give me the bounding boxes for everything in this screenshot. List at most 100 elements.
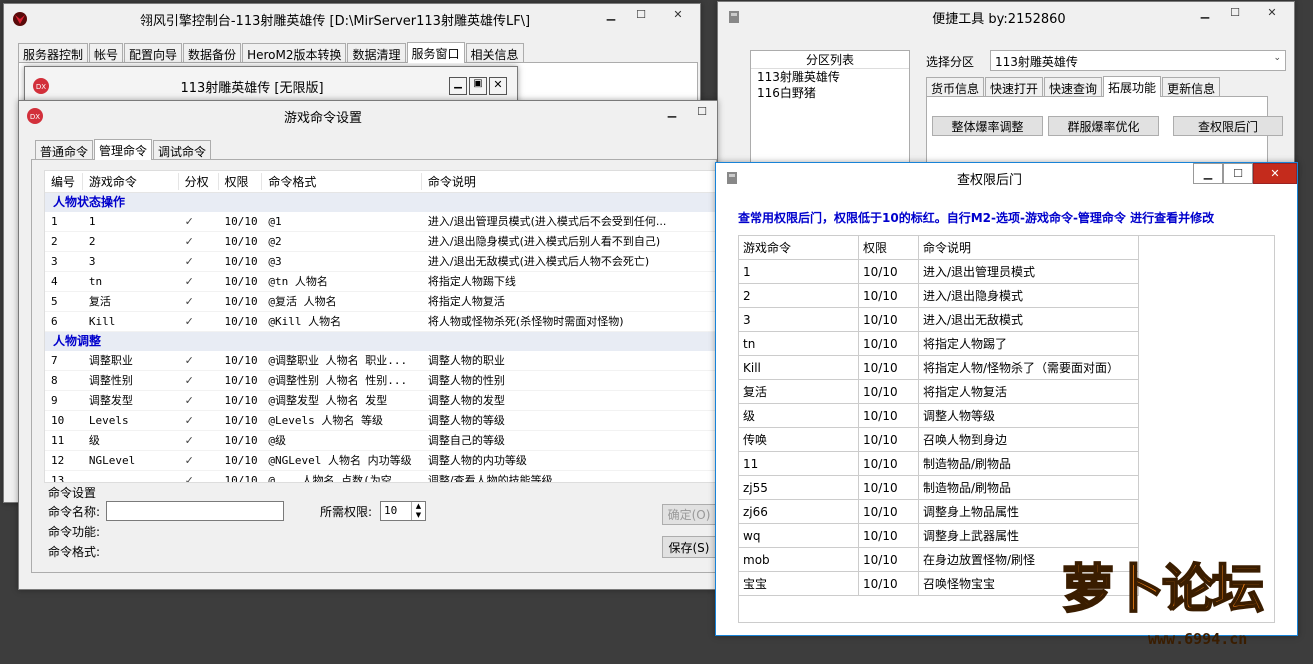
backdoor-cell: 10/10: [859, 524, 919, 548]
tool-close-button[interactable]: ✕: [1250, 2, 1294, 23]
table-row[interactable]: 11 级 ✓ 10/10 @级 调整自己的等级: [45, 431, 717, 451]
table-row[interactable]: 10 Levels ✓ 10/10 @Levels 人物名 等级 调整人物的等级: [45, 411, 717, 431]
stepper-arrows-icon[interactable]: ▲ ▼: [411, 502, 425, 520]
backdoor-close-button[interactable]: ✕: [1253, 163, 1297, 184]
partition-select[interactable]: 113射雕英雄传 ⌄: [990, 50, 1286, 71]
backdoor-row[interactable]: 2 10/10 进入/退出隐身模式: [739, 284, 1274, 308]
backdoor-row[interactable]: tn 10/10 将指定人物踢了: [739, 332, 1274, 356]
backdoor-row[interactable]: 3 10/10 进入/退出无敌模式: [739, 308, 1274, 332]
table-cell: @2: [268, 235, 282, 248]
backdoor-row[interactable]: zj55 10/10 制造物品/刷物品: [739, 476, 1274, 500]
maximize-button[interactable]: ☐: [626, 4, 656, 25]
table-row[interactable]: 8 调整性别 ✓ 10/10 @调整性别 人物名 性别... 调整人物的性别: [45, 371, 717, 391]
backdoor-row[interactable]: 级 10/10 调整人物等级: [739, 404, 1274, 428]
table-row[interactable]: 5 复活 ✓ 10/10 @复活 人物名 将指定人物复活: [45, 292, 717, 312]
partition-list[interactable]: 分区列表 113射雕英雄传 116白野猪: [750, 50, 910, 174]
main-tab-1[interactable]: 帐号: [89, 43, 124, 62]
tool-tab-4[interactable]: 更新信息: [1162, 77, 1221, 96]
minimize-button[interactable]: ▁: [596, 4, 626, 25]
table-cell: 进入/退出隐身模式(进入模式后别人看不到自己): [427, 235, 661, 248]
tool-tab-3[interactable]: 拓展功能: [1103, 76, 1162, 97]
column-header[interactable]: 分权: [179, 173, 219, 190]
cmd-titlebar[interactable]: DX 游戏命令设置 ▁ ☐: [19, 101, 717, 131]
table-cell: @1: [268, 215, 282, 228]
table-row[interactable]: 4 tn ✓ 10/10 @tn 人物名 将指定人物踢下线: [45, 272, 717, 292]
cmd-tab-2[interactable]: 调试命令: [153, 140, 212, 159]
main-titlebar[interactable]: 翎风引擎控制台-113射雕英雄传 [D:\MirServer113射雕英雄传LF…: [4, 4, 700, 34]
partition-item[interactable]: 116白野猪: [751, 85, 909, 101]
table-cell: 10/10: [224, 454, 258, 467]
cmd-tab-0[interactable]: 普通命令: [35, 140, 94, 159]
tool-button-0[interactable]: 整体爆率调整: [932, 116, 1043, 136]
main-tab-3[interactable]: 数据备份: [183, 43, 242, 62]
backdoor-minimize-button[interactable]: ▁: [1193, 163, 1223, 184]
main-tab-4[interactable]: HeroM2版本转换: [242, 43, 347, 62]
save-button[interactable]: 保存(S): [662, 536, 716, 558]
tool-titlebar[interactable]: 便捷工具 by:2152860 ▁ ☐ ✕: [718, 2, 1294, 32]
cmd-title: 游戏命令设置: [283, 110, 362, 126]
backdoor-row[interactable]: 11 10/10 制造物品/刷物品: [739, 452, 1274, 476]
table-row[interactable]: 3 3 ✓ 10/10 @3 进入/退出无敌模式(进入模式后人物不会死亡): [45, 252, 717, 272]
backdoor-cell: mob: [739, 548, 859, 572]
partition-item[interactable]: 113射雕英雄传: [751, 69, 909, 85]
table-cell: 调整人物的发型: [427, 394, 505, 407]
main-tab-0[interactable]: 服务器控制: [18, 43, 89, 62]
table-row[interactable]: 7 调整职业 ✓ 10/10 @调整职业 人物名 职业... 调整人物的职业: [45, 351, 717, 371]
table-row[interactable]: 2 2 ✓ 10/10 @2 进入/退出隐身模式(进入模式后别人看不到自己): [45, 232, 717, 252]
command-format-label: 命令格式:: [48, 545, 101, 559]
table-row[interactable]: 12 NGLevel ✓ 10/10 @NGLevel 人物名 内功等级 调整人物的内功等…: [45, 451, 717, 471]
backdoor-row[interactable]: zj66 10/10 调整身上物品属性: [739, 500, 1274, 524]
table-cell: 7: [51, 354, 58, 367]
table-cell: ✓: [184, 255, 194, 268]
tool-button-2[interactable]: 查权限后门: [1173, 116, 1283, 136]
table-cell: @调整职业 人物名 职业...: [268, 354, 408, 367]
backdoor-cell: 宝宝: [739, 572, 859, 596]
group-header: 人物调整: [45, 332, 717, 351]
table-row[interactable]: 1 1 ✓ 10/10 @1 进入/退出管理员模式(进入模式后不会受到任何...: [45, 212, 717, 232]
table-cell: 调整/查看人物的技能等级: [427, 474, 553, 483]
main-tab-6[interactable]: 服务窗口: [406, 42, 465, 63]
table-cell: 6: [51, 315, 58, 328]
backdoor-row[interactable]: 1 10/10 进入/退出管理员模式: [739, 260, 1274, 284]
tool-maximize-button[interactable]: ☐: [1220, 2, 1250, 23]
group-header: 人物状态操作: [45, 193, 717, 212]
table-row[interactable]: 6 Kill ✓ 10/10 @Kill 人物名 将人物或怪物杀死(杀怪物时需面对怪物): [45, 312, 717, 332]
backdoor-cell: 10/10: [859, 332, 919, 356]
chevron-down-icon: ⌄: [1273, 53, 1281, 63]
column-header[interactable]: 游戏命令: [83, 173, 179, 190]
tool-tab-2[interactable]: 快速查询: [1044, 77, 1103, 96]
sub-close-button[interactable]: ✕: [489, 77, 507, 95]
tool-tab-1[interactable]: 快速打开: [985, 77, 1044, 96]
close-button[interactable]: ✕: [656, 4, 700, 25]
tool-minimize-button[interactable]: ▁: [1190, 2, 1220, 23]
cmd-tab-1[interactable]: 管理命令: [94, 139, 153, 160]
sub-maximize-button[interactable]: ▣: [469, 77, 487, 95]
column-header[interactable]: 权限: [219, 173, 263, 190]
perm-stepper[interactable]: 10 ▲ ▼: [380, 501, 426, 521]
backdoor-titlebar[interactable]: 查权限后门 ▁ ☐ ✕: [716, 163, 1297, 193]
column-header[interactable]: 命令格式: [262, 173, 422, 190]
command-table[interactable]: 编号 游戏命令 分权 权限 命令格式 命令说明 人物状态操作 1 1 ✓ 10/10 @1 进入/退出…: [44, 170, 718, 483]
sub-minimize-button[interactable]: ▁: [449, 77, 467, 95]
table-cell: tn: [88, 275, 103, 288]
cmd-minimize-button[interactable]: ▁: [657, 101, 687, 122]
backdoor-row[interactable]: 传唤 10/10 召唤人物到身边: [739, 428, 1274, 452]
main-tab-7[interactable]: 相关信息: [465, 43, 524, 62]
table-cell: 10/10: [224, 394, 258, 407]
table-row[interactable]: 13... ✓ 10/10 @... 人物名 点数(为空... 调整/查看人物的技能等级: [45, 471, 717, 483]
tool-button-1[interactable]: 群服爆率优化: [1048, 116, 1159, 136]
column-header[interactable]: 编号: [45, 173, 83, 190]
command-name-input[interactable]: [106, 501, 284, 521]
table-cell: ...: [88, 474, 109, 483]
backdoor-row[interactable]: Kill 10/10 将指定人物/怪物杀了（需要面对面）: [739, 356, 1274, 380]
table-row[interactable]: 9 调整发型 ✓ 10/10 @调整发型 人物名 发型 调整人物的发型: [45, 391, 717, 411]
main-tab-2[interactable]: 配置向导: [124, 43, 183, 62]
column-header[interactable]: 命令说明: [422, 173, 717, 190]
backdoor-row[interactable]: wq 10/10 调整身上武器属性: [739, 524, 1274, 548]
confirm-button[interactable]: 确定(O): [662, 504, 716, 525]
backdoor-row[interactable]: 复活 10/10 将指定人物复活: [739, 380, 1274, 404]
backdoor-maximize-button[interactable]: ☐: [1223, 163, 1253, 184]
cmd-maximize-button[interactable]: ☐: [687, 101, 717, 122]
tool-tab-0[interactable]: 货币信息: [926, 77, 985, 96]
main-tab-5[interactable]: 数据清理: [347, 43, 406, 62]
